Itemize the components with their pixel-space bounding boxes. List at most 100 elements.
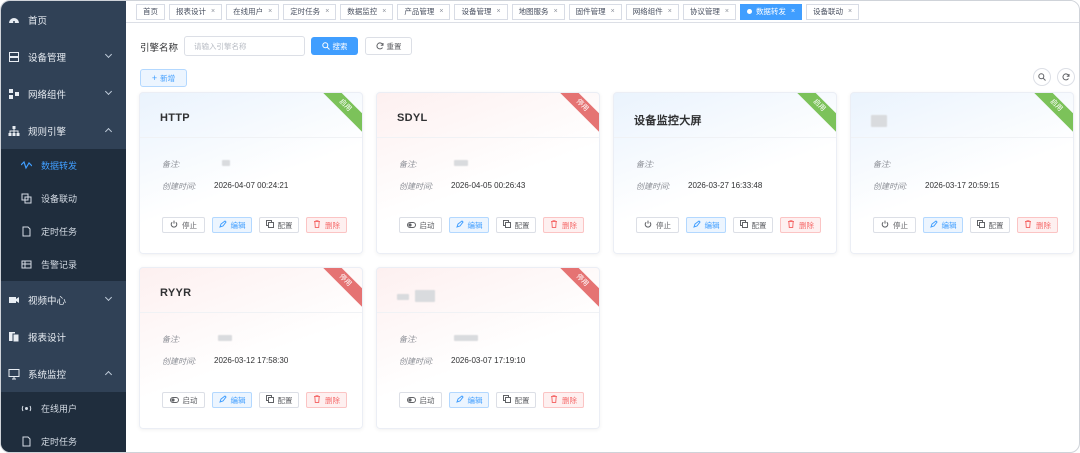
stop-button[interactable]: 停止 — [162, 217, 205, 233]
report-icon — [8, 331, 20, 343]
remark-label: 备注: — [399, 335, 418, 344]
close-icon[interactable]: × — [668, 8, 672, 15]
tab-device-linkage[interactable]: 设备联动 × — [806, 3, 860, 20]
sidebar-item-home[interactable]: 首页 — [1, 1, 126, 38]
delete-button[interactable]: 删除 — [1017, 217, 1058, 233]
toggle-button-label: 启动 — [419, 220, 435, 230]
stop-button[interactable]: 停止 — [873, 217, 916, 233]
search-button[interactable]: 搜索 — [311, 37, 358, 55]
sidebar-item-device-linkage[interactable]: 设备联动 — [1, 182, 126, 215]
delete-button-label: 删除 — [1036, 220, 1051, 230]
edit-button[interactable]: 编辑 — [686, 217, 726, 233]
redacted-title — [397, 294, 409, 300]
copy-icon — [21, 193, 32, 204]
tab-network-components[interactable]: 网络组件 × — [625, 3, 679, 20]
power-icon — [170, 220, 178, 230]
status-ribbon: 停用 — [318, 268, 362, 308]
start-button[interactable]: 启动 — [162, 392, 205, 408]
close-icon[interactable]: × — [848, 8, 852, 15]
sidebar-item-rule-engine[interactable]: 规则引擎 — [1, 112, 126, 149]
sidebar-item-monitor-scheduled-tasks[interactable]: 定时任务 — [1, 425, 126, 452]
tab-label: 协议管理 — [689, 7, 720, 16]
tab-firmware-management[interactable]: 固件管理 × — [568, 3, 622, 20]
config-button[interactable]: 配置 — [259, 392, 299, 408]
delete-button[interactable]: 删除 — [543, 392, 584, 408]
edit-button[interactable]: 编辑 — [449, 217, 489, 233]
close-icon[interactable]: × — [268, 8, 272, 15]
sidebar-item-network-components[interactable]: 网络组件 — [1, 75, 126, 112]
close-icon[interactable]: × — [382, 8, 386, 15]
toggle-button-label: 启动 — [419, 395, 435, 405]
delete-button[interactable]: 删除 — [306, 392, 347, 408]
sidebar-item-device-management[interactable]: 设备管理 — [1, 38, 126, 75]
edit-button[interactable]: 编辑 — [212, 392, 252, 408]
sidebar-item-data-forwarding[interactable]: 数据转发 — [1, 149, 126, 182]
delete-button-label: 删除 — [562, 395, 577, 405]
config-button[interactable]: 配置 — [970, 217, 1010, 233]
app-window: 首页 设备管理 网络组件 规则引擎 数据转发 设备联动 定时任务 告警记录 视频… — [0, 0, 1080, 453]
stop-button[interactable]: 停止 — [636, 217, 679, 233]
tab-report-design[interactable]: 报表设计 × — [169, 3, 223, 20]
toggle-search-button[interactable] — [1033, 68, 1051, 86]
close-icon[interactable]: × — [611, 8, 615, 15]
document-icon — [21, 226, 32, 237]
tab-product-management[interactable]: 产品管理 × — [397, 3, 451, 20]
created-time-label: 创建时间: — [162, 357, 197, 366]
toggle-button-label: 停止 — [893, 220, 908, 230]
config-button[interactable]: 配置 — [259, 217, 299, 233]
edit-icon — [218, 220, 227, 230]
tab-scheduled-tasks[interactable]: 定时任务 × — [283, 3, 337, 20]
tab-data-monitor[interactable]: 数据监控 × — [340, 3, 394, 20]
config-button[interactable]: 配置 — [733, 217, 773, 233]
sidebar-item-report-design[interactable]: 报表设计 — [1, 318, 126, 355]
tab-protocol-management[interactable]: 协议管理 × — [682, 3, 736, 20]
card-title: 设备监控大屏 — [634, 115, 702, 127]
config-button[interactable]: 配置 — [496, 392, 536, 408]
engine-name-input[interactable] — [184, 36, 305, 56]
sidebar-item-scheduled-tasks[interactable]: 定时任务 — [1, 215, 126, 248]
close-icon[interactable]: × — [325, 8, 329, 15]
start-button[interactable]: 启动 — [399, 217, 442, 233]
close-icon[interactable]: × — [496, 8, 500, 15]
refresh-icon — [375, 42, 383, 50]
close-icon[interactable]: × — [554, 8, 558, 15]
remark-label: 备注: — [399, 160, 418, 169]
edit-button-label: 编辑 — [467, 395, 483, 405]
tab-home[interactable]: 首页 — [136, 3, 165, 20]
edit-button[interactable]: 编辑 — [449, 392, 489, 408]
sitemap-icon — [8, 125, 20, 137]
status-ribbon: 启用 — [1029, 93, 1073, 133]
created-time-value: 2026-03-12 17:58:30 — [214, 356, 289, 365]
close-icon[interactable]: × — [725, 8, 729, 15]
delete-button[interactable]: 删除 — [543, 217, 584, 233]
power-icon — [644, 220, 652, 230]
reset-button[interactable]: 重置 — [365, 37, 412, 55]
config-button[interactable]: 配置 — [496, 217, 536, 233]
edit-button[interactable]: 编辑 — [212, 217, 252, 233]
tab-device-management[interactable]: 设备管理 × — [454, 3, 508, 20]
delete-button[interactable]: 删除 — [780, 217, 821, 233]
remark-label: 备注: — [873, 160, 892, 169]
close-icon[interactable]: × — [211, 8, 215, 15]
add-button[interactable]: + 新增 — [140, 69, 187, 87]
toggle-button-label: 停止 — [656, 220, 671, 230]
close-icon[interactable]: × — [439, 8, 443, 15]
sidebar-item-label: 系统监控 — [28, 369, 67, 381]
search-icon — [321, 42, 330, 50]
close-icon[interactable]: × — [791, 8, 795, 15]
created-time-label: 创建时间: — [399, 357, 434, 366]
tab-map-service[interactable]: 地图服务 × — [511, 3, 565, 20]
active-dot-icon — [746, 9, 752, 14]
tab-label: 设备联动 — [813, 7, 844, 16]
sidebar-item-alarm-records[interactable]: 告警记录 — [1, 248, 126, 281]
sidebar-item-label: 数据转发 — [41, 161, 78, 171]
tab-online-users[interactable]: 在线用户 × — [226, 3, 280, 20]
refresh-button[interactable] — [1057, 68, 1075, 86]
start-button[interactable]: 启动 — [399, 392, 442, 408]
edit-button[interactable]: 编辑 — [923, 217, 963, 233]
sidebar-item-system-monitor[interactable]: 系统监控 — [1, 355, 126, 392]
delete-button[interactable]: 删除 — [306, 217, 347, 233]
sidebar-item-online-users[interactable]: 在线用户 — [1, 392, 126, 425]
tab-data-forwarding[interactable]: 数据转发 × — [739, 3, 803, 20]
sidebar-item-video-center[interactable]: 视频中心 — [1, 281, 126, 318]
